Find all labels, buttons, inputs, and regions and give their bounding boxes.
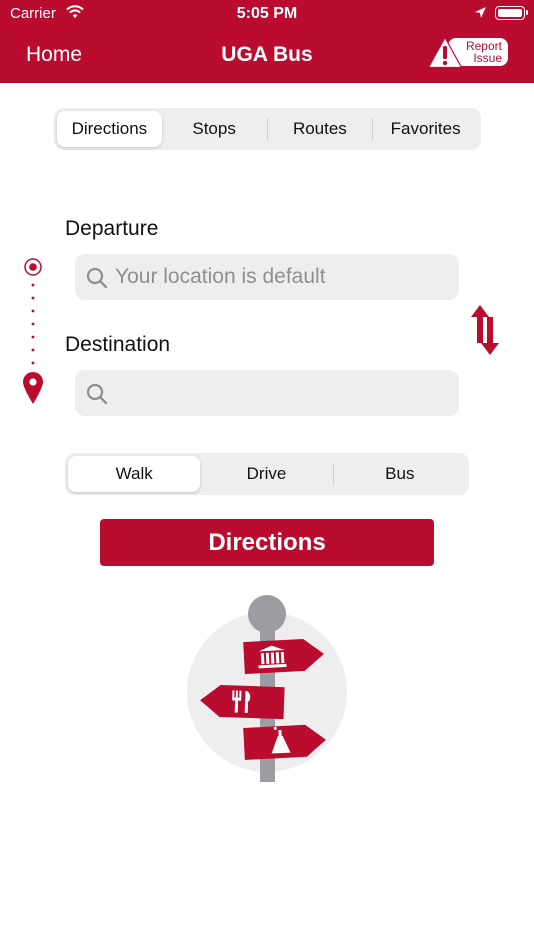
search-icon xyxy=(86,383,108,405)
swap-icon[interactable] xyxy=(470,303,500,357)
signpost-illustration xyxy=(187,595,347,782)
tab-directions[interactable]: Directions xyxy=(57,111,162,147)
home-button[interactable]: Home xyxy=(26,43,82,67)
destination-input[interactable] xyxy=(115,370,451,416)
status-time: 5:05 PM xyxy=(236,5,298,22)
status-bar: Carrier 5:05 PM xyxy=(0,0,534,28)
report-issue-button[interactable]: Report Issue xyxy=(428,36,510,69)
search-icon xyxy=(86,267,108,289)
location-arrow-icon xyxy=(474,6,487,23)
tab-favorites[interactable]: Favorites xyxy=(373,111,478,147)
travel-mode-selector: Walk Drive Bus xyxy=(65,453,469,495)
destination-label: Destination xyxy=(65,333,171,356)
departure-input[interactable] xyxy=(115,254,451,300)
mode-walk[interactable]: Walk xyxy=(68,456,201,492)
route-indicator xyxy=(23,258,43,404)
departure-label: Departure xyxy=(65,217,159,240)
mode-drive[interactable]: Drive xyxy=(200,456,332,492)
departure-field[interactable] xyxy=(75,254,459,300)
tab-routes[interactable]: Routes xyxy=(268,111,373,147)
origin-marker-icon xyxy=(24,258,42,276)
destination-pin-icon xyxy=(23,372,43,404)
battery-icon xyxy=(495,6,528,20)
mode-bus[interactable]: Bus xyxy=(334,456,466,492)
tab-stops[interactable]: Stops xyxy=(162,111,267,147)
warning-icon xyxy=(428,36,463,69)
main-tabs: Directions Stops Routes Favorites xyxy=(54,108,481,150)
get-directions-button[interactable]: Directions xyxy=(100,519,434,566)
app-header: Carrier 5:05 PM Home UGA Bus Report Issu… xyxy=(0,0,534,83)
destination-field[interactable] xyxy=(75,370,459,416)
route-dots xyxy=(31,283,35,365)
